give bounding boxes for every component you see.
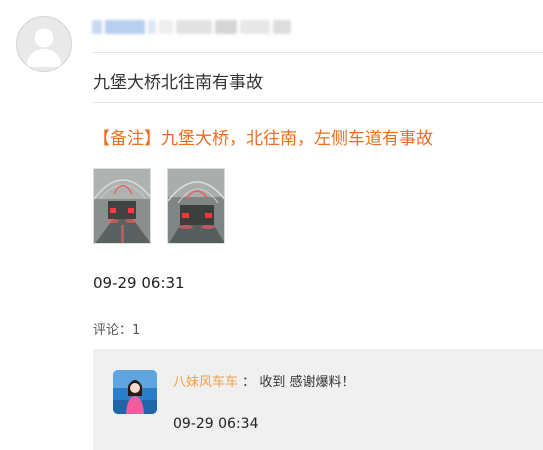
post-title: 九堡大桥北往南有事故 (93, 73, 263, 93)
header-divider (92, 52, 543, 53)
reply-timestamp: 09-29 06:34 (173, 416, 259, 432)
reply-content: 八妹风车车 ： 收到 感谢爆料！ (173, 371, 354, 390)
comment-count[interactable]: 评论：1 (93, 319, 140, 338)
reply-container: 八妹风车车 ： 收到 感谢爆料！ 09-29 06:34 (93, 349, 543, 450)
poster-avatar-icon[interactable] (16, 16, 72, 72)
post-note: 【备注】九堡大桥，北往南，左侧车道有事故 (93, 129, 433, 149)
reply-avatar[interactable] (113, 370, 157, 414)
post-timestamp: 09-29 06:31 (93, 274, 185, 292)
reply-separator: ： (242, 375, 256, 390)
poster-name-redacted (92, 18, 297, 36)
post-image-2[interactable] (167, 168, 225, 244)
reply-text: 收到 感谢爆料！ (259, 375, 355, 390)
post-image-1[interactable] (93, 168, 151, 244)
title-divider (92, 102, 543, 103)
reply-username[interactable]: 八妹风车车 (173, 375, 238, 390)
